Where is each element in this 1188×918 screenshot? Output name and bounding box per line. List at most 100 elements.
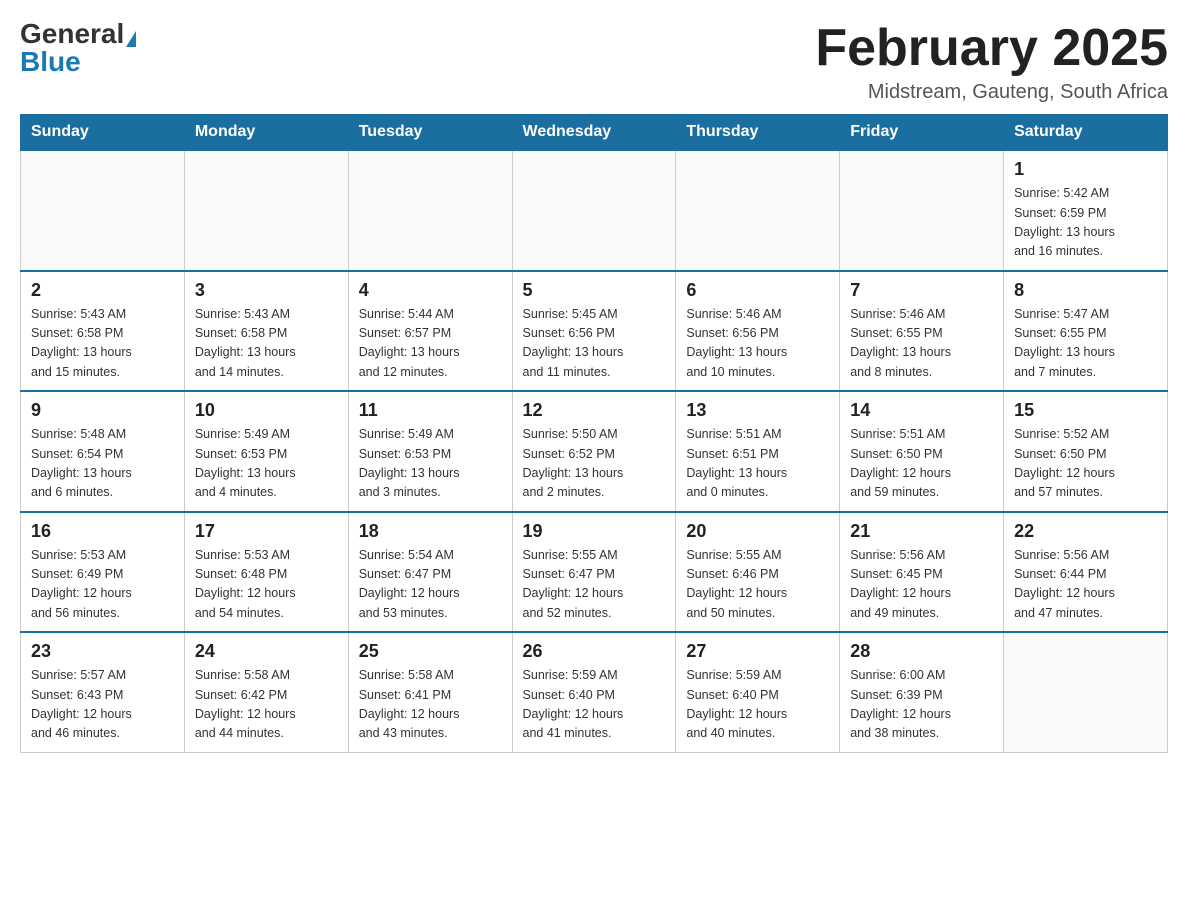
day-number: 8 (1014, 280, 1157, 301)
calendar-cell: 11 Sunrise: 5:49 AMSunset: 6:53 PMDayligh… (348, 391, 512, 512)
day-info: Sunrise: 5:54 AMSunset: 6:47 PMDaylight:… (359, 546, 502, 624)
calendar-cell: 4Sunrise: 5:44 AMSunset: 6:57 PMDaylight… (348, 271, 512, 392)
day-number: 11 (359, 400, 502, 421)
day-number: 14 (850, 400, 993, 421)
day-info: Sunrise: 5:46 AMSunset: 6:56 PMDaylight:… (686, 305, 829, 383)
logo-triangle-icon (126, 31, 136, 47)
day-number: 23 (31, 641, 174, 662)
calendar-cell: 20 Sunrise: 5:55 AMSunset: 6:46 PMDayligh… (676, 512, 840, 633)
header-friday: Friday (840, 115, 1004, 151)
calendar-week-1: 1 Sunrise: 5:42 AMSunset: 6:59 PMDaylight… (21, 150, 1168, 271)
calendar-cell (184, 150, 348, 271)
logo: General Blue (20, 20, 136, 76)
header-monday: Monday (184, 115, 348, 151)
calendar-cell: 28 Sunrise: 6:00 AMSunset: 6:39 PMDayligh… (840, 632, 1004, 752)
calendar-table: Sunday Monday Tuesday Wednesday Thursday… (20, 114, 1168, 753)
calendar-cell: 3 Sunrise: 5:43 AMSunset: 6:58 PMDaylight… (184, 271, 348, 392)
calendar-header: Sunday Monday Tuesday Wednesday Thursday… (21, 115, 1168, 151)
day-info: Sunrise: 6:00 AMSunset: 6:39 PMDaylight:… (850, 666, 993, 744)
logo-blue: Blue (20, 48, 81, 76)
day-number: 18 (359, 521, 502, 542)
header-sunday: Sunday (21, 115, 185, 151)
day-info: Sunrise: 5:53 AMSunset: 6:48 PMDaylight:… (195, 546, 338, 624)
calendar-cell: 26 Sunrise: 5:59 AMSunset: 6:40 PMDayligh… (512, 632, 676, 752)
day-number: 27 (686, 641, 829, 662)
day-number: 20 (686, 521, 829, 542)
calendar-cell: 23Sunrise: 5:57 AMSunset: 6:43 PMDayligh… (21, 632, 185, 752)
month-title: February 2025 (815, 20, 1168, 77)
day-number: 21 (850, 521, 993, 542)
day-number: 1 (1014, 159, 1157, 180)
day-info: Sunrise: 5:52 AMSunset: 6:50 PMDaylight:… (1014, 425, 1157, 503)
calendar-week-2: 2 Sunrise: 5:43 AMSunset: 6:58 PMDaylight… (21, 271, 1168, 392)
calendar-cell: 10Sunrise: 5:49 AMSunset: 6:53 PMDayligh… (184, 391, 348, 512)
day-number: 26 (523, 641, 666, 662)
day-number: 28 (850, 641, 993, 662)
header-tuesday: Tuesday (348, 115, 512, 151)
header-wednesday: Wednesday (512, 115, 676, 151)
day-number: 3 (195, 280, 338, 301)
day-info: Sunrise: 5:49 AMSunset: 6:53 PMDaylight:… (359, 425, 502, 503)
calendar-cell: 15 Sunrise: 5:52 AMSunset: 6:50 PMDayligh… (1004, 391, 1168, 512)
day-number: 12 (523, 400, 666, 421)
day-number: 7 (850, 280, 993, 301)
day-info: Sunrise: 5:58 AMSunset: 6:41 PMDaylight:… (359, 666, 502, 744)
calendar-cell (348, 150, 512, 271)
day-info: Sunrise: 5:50 AMSunset: 6:52 PMDaylight:… (523, 425, 666, 503)
day-info: Sunrise: 5:56 AMSunset: 6:44 PMDaylight:… (1014, 546, 1157, 624)
calendar-cell: 19 Sunrise: 5:55 AMSunset: 6:47 PMDayligh… (512, 512, 676, 633)
day-info: Sunrise: 5:43 AMSunset: 6:58 PMDaylight:… (195, 305, 338, 383)
day-info: Sunrise: 5:53 AMSunset: 6:49 PMDaylight:… (31, 546, 174, 624)
calendar-cell: 8Sunrise: 5:47 AMSunset: 6:55 PMDaylight… (1004, 271, 1168, 392)
calendar-cell: 9Sunrise: 5:48 AMSunset: 6:54 PMDaylight… (21, 391, 185, 512)
day-number: 19 (523, 521, 666, 542)
header-thursday: Thursday (676, 115, 840, 151)
day-number: 25 (359, 641, 502, 662)
calendar-cell: 17 Sunrise: 5:53 AMSunset: 6:48 PMDayligh… (184, 512, 348, 633)
day-info: Sunrise: 5:55 AMSunset: 6:47 PMDaylight:… (523, 546, 666, 624)
calendar-cell: 2 Sunrise: 5:43 AMSunset: 6:58 PMDaylight… (21, 271, 185, 392)
day-number: 24 (195, 641, 338, 662)
calendar-cell: 25 Sunrise: 5:58 AMSunset: 6:41 PMDayligh… (348, 632, 512, 752)
day-info: Sunrise: 5:58 AMSunset: 6:42 PMDaylight:… (195, 666, 338, 744)
day-info: Sunrise: 5:51 AMSunset: 6:51 PMDaylight:… (686, 425, 829, 503)
day-info: Sunrise: 5:55 AMSunset: 6:46 PMDaylight:… (686, 546, 829, 624)
header-saturday: Saturday (1004, 115, 1168, 151)
day-number: 5 (523, 280, 666, 301)
calendar-cell: 14Sunrise: 5:51 AMSunset: 6:50 PMDayligh… (840, 391, 1004, 512)
day-number: 17 (195, 521, 338, 542)
calendar-week-5: 23Sunrise: 5:57 AMSunset: 6:43 PMDayligh… (21, 632, 1168, 752)
calendar-cell: 6 Sunrise: 5:46 AMSunset: 6:56 PMDaylight… (676, 271, 840, 392)
weekday-header-row: Sunday Monday Tuesday Wednesday Thursday… (21, 115, 1168, 151)
title-block: February 2025 Midstream, Gauteng, South … (815, 20, 1168, 104)
day-info: Sunrise: 5:46 AMSunset: 6:55 PMDaylight:… (850, 305, 993, 383)
logo-general: General (20, 18, 124, 49)
calendar-cell (676, 150, 840, 271)
day-info: Sunrise: 5:49 AMSunset: 6:53 PMDaylight:… (195, 425, 338, 503)
day-number: 16 (31, 521, 174, 542)
logo-text: General (20, 20, 136, 48)
calendar-cell: 22 Sunrise: 5:56 AMSunset: 6:44 PMDayligh… (1004, 512, 1168, 633)
calendar-cell (840, 150, 1004, 271)
day-info: Sunrise: 5:59 AMSunset: 6:40 PMDaylight:… (686, 666, 829, 744)
day-number: 13 (686, 400, 829, 421)
day-info: Sunrise: 5:42 AMSunset: 6:59 PMDaylight:… (1014, 184, 1157, 262)
day-info: Sunrise: 5:59 AMSunset: 6:40 PMDaylight:… (523, 666, 666, 744)
day-info: Sunrise: 5:56 AMSunset: 6:45 PMDaylight:… (850, 546, 993, 624)
day-number: 2 (31, 280, 174, 301)
page-header: General Blue February 2025 Midstream, Ga… (20, 20, 1168, 104)
day-info: Sunrise: 5:43 AMSunset: 6:58 PMDaylight:… (31, 305, 174, 383)
calendar-cell: 21 Sunrise: 5:56 AMSunset: 6:45 PMDayligh… (840, 512, 1004, 633)
calendar-week-4: 16 Sunrise: 5:53 AMSunset: 6:49 PMDayligh… (21, 512, 1168, 633)
calendar-cell: 5Sunrise: 5:45 AMSunset: 6:56 PMDaylight… (512, 271, 676, 392)
location: Midstream, Gauteng, South Africa (815, 81, 1168, 104)
day-number: 6 (686, 280, 829, 301)
day-info: Sunrise: 5:44 AMSunset: 6:57 PMDaylight:… (359, 305, 502, 383)
calendar-cell: 12 Sunrise: 5:50 AMSunset: 6:52 PMDayligh… (512, 391, 676, 512)
calendar-cell: 13 Sunrise: 5:51 AMSunset: 6:51 PMDayligh… (676, 391, 840, 512)
calendar-cell: 7 Sunrise: 5:46 AMSunset: 6:55 PMDaylight… (840, 271, 1004, 392)
day-number: 15 (1014, 400, 1157, 421)
day-number: 22 (1014, 521, 1157, 542)
calendar-cell (512, 150, 676, 271)
calendar-cell: 27 Sunrise: 5:59 AMSunset: 6:40 PMDayligh… (676, 632, 840, 752)
